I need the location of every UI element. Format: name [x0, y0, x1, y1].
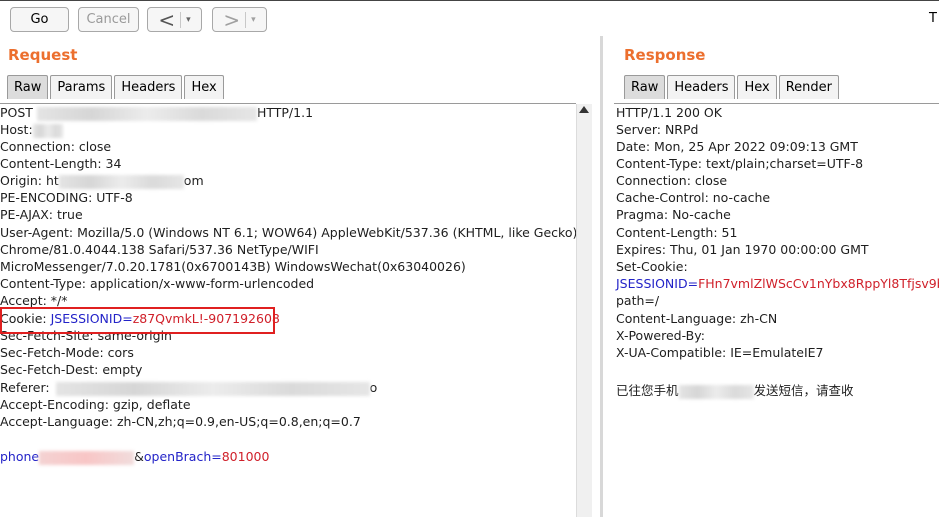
set-cookie-value: JSESSIONID=FHn7vmlZlWScCv1nYbx8RppYl8Tfj… [616, 276, 939, 291]
back-button[interactable]: < ▾ [147, 7, 202, 32]
cookie-highlight-box [0, 307, 275, 334]
chevron-down-icon[interactable]: ▾ [186, 15, 191, 25]
content-language-header: Content-Language: zh-CN [616, 311, 778, 326]
connection-header: Connection: close [0, 139, 112, 154]
pragma-header: Pragma: No-cache [616, 207, 731, 222]
response-raw-editor[interactable]: HTTP/1.1 200 OK Server: NRPd Date: Mon, … [614, 103, 939, 518]
response-body: 已往您手机 发送短信，请查收 [616, 383, 854, 399]
tab-response-raw[interactable]: Raw [624, 75, 666, 99]
response-tabs: Raw Headers Hex Render [624, 75, 839, 99]
tab-request-raw[interactable]: Raw [7, 75, 49, 99]
tab-request-headers[interactable]: Headers [114, 75, 183, 99]
tab-response-headers[interactable]: Headers [667, 75, 736, 99]
request-scrollbar[interactable] [576, 104, 592, 517]
truncated-target-label: T [929, 11, 937, 26]
chevron-left-icon: < [158, 7, 176, 32]
referer-header: Referer: o [0, 380, 378, 396]
origin-header: Origin: ht om [0, 173, 204, 189]
request-line: POST HTTP/1.1 [0, 105, 314, 121]
accept-header: Accept: */* [0, 293, 68, 308]
set-cookie-header: Set-Cookie: [616, 259, 688, 274]
connection-header: Connection: close [616, 173, 728, 188]
cancel-button-label: Cancel [86, 12, 131, 27]
content-length-header: Content-Length: 34 [0, 156, 122, 171]
user-agent-header: User-Agent: Mozilla/5.0 (Windows NT 6.1;… [0, 225, 576, 240]
x-ua-compatible-header: X-UA-Compatible: IE=EmulateIE7 [616, 345, 824, 360]
chevron-down-icon[interactable]: ▾ [251, 15, 256, 25]
x-powered-by-header: X-Powered-By: [616, 328, 705, 343]
tab-request-hex[interactable]: Hex [184, 75, 224, 99]
cache-control-header: Cache-Control: no-cache [616, 190, 771, 205]
content-type-header: Content-Type: application/x-www-form-url… [0, 276, 315, 291]
sec-fetch-dest-header: Sec-Fetch-Dest: empty [0, 362, 143, 377]
toolbar: Go Cancel < ▾ > ▾ T [0, 0, 939, 41]
user-agent-continued: Chrome/81.0.4044.138 Safari/537.36 NetTy… [0, 242, 319, 257]
date-header: Date: Mon, 25 Apr 2022 09:09:13 GMT [616, 139, 858, 154]
content-type-header: Content-Type: text/plain;charset=UTF-8 [616, 156, 864, 171]
tab-response-render[interactable]: Render [778, 75, 839, 99]
status-line: HTTP/1.1 200 OK [616, 105, 722, 120]
accept-language-header: Accept-Language: zh-CN,zh;q=0.9,en-US;q=… [0, 414, 361, 429]
panel-splitter[interactable] [600, 36, 603, 517]
pe-ajax-header: PE-AJAX: true [0, 207, 83, 222]
go-button[interactable]: Go [10, 7, 69, 32]
forward-button[interactable]: > ▾ [212, 7, 267, 32]
response-title: Response [624, 46, 706, 64]
user-agent-continued-2: MicroMessenger/7.0.20.1781(0x6700143B) W… [0, 259, 466, 274]
tab-response-hex[interactable]: Hex [737, 75, 777, 99]
request-title: Request [8, 46, 78, 64]
server-header: Server: NRPd [616, 122, 699, 137]
cancel-button[interactable]: Cancel [78, 7, 139, 32]
expires-header: Expires: Thu, 01 Jan 1970 00:00:00 GMT [616, 242, 869, 257]
host-header: Host: [0, 122, 63, 138]
go-button-label: Go [30, 12, 49, 27]
accept-encoding-header: Accept-Encoding: gzip, deflate [0, 397, 191, 412]
cookie-path: path=/ [616, 293, 660, 308]
pe-encoding-header: PE-ENCODING: UTF-8 [0, 190, 133, 205]
request-body: phone &openBrach=801000 [0, 449, 270, 465]
sec-fetch-mode-header: Sec-Fetch-Mode: cors [0, 345, 134, 360]
chevron-right-icon: > [223, 7, 241, 32]
request-tabs: Raw Params Headers Hex [7, 75, 224, 99]
scroll-up-arrow-icon[interactable] [579, 106, 589, 113]
content-length-header: Content-Length: 51 [616, 225, 738, 240]
tab-request-params[interactable]: Params [50, 75, 113, 99]
